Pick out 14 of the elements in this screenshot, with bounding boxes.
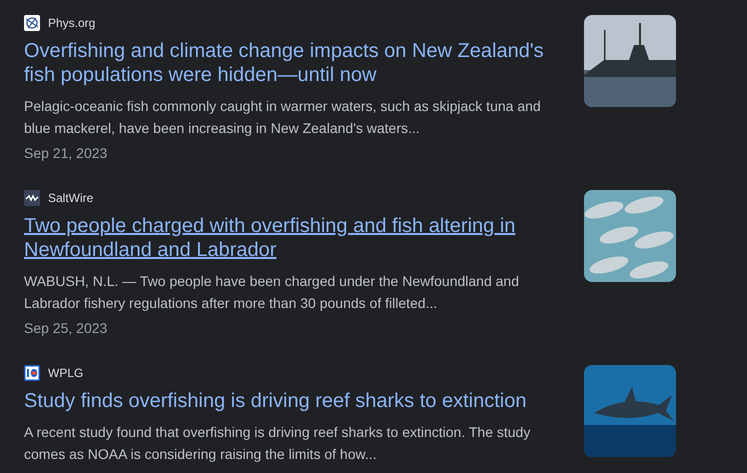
- source-name: WPLG: [48, 366, 84, 380]
- wave-logo-icon: [24, 190, 40, 206]
- headline-link[interactable]: Overfishing and climate change impacts on New Zealand's fish populations were hidden—until now: [24, 39, 554, 87]
- headline-link[interactable]: Study finds overfishing is driving reef sharks to extinction: [24, 389, 554, 413]
- publish-date: Sep 21, 2023: [24, 144, 108, 163]
- tv-logo-icon: [24, 365, 40, 381]
- article-snippet: A recent study found that overfishing is driving reef sharks to extinction. The study comes as NOAA is considering raising the limits of how...: [24, 423, 532, 464]
- article-snippet: Pelagic-oceanic fish commonly caught in warmer waters, such as skipjack tuna and blue mackerel, have been increasing in New Zealand's waters...: [24, 97, 542, 138]
- publish-date: Sep 25, 2023: [24, 319, 108, 338]
- source-name: Phys.org: [48, 16, 96, 30]
- article-snippet: WABUSH, N.L. — Two people have been charged under the Newfoundland and Labrador fishery regulations after more than 30 pounds of filleted...: [24, 272, 520, 313]
- source-name: SaltWire: [48, 191, 94, 205]
- headline-link[interactable]: Two people charged with overfishing and fish altering in Newfoundland and Labrador: [24, 214, 554, 262]
- globe-logo-icon: [24, 15, 40, 31]
